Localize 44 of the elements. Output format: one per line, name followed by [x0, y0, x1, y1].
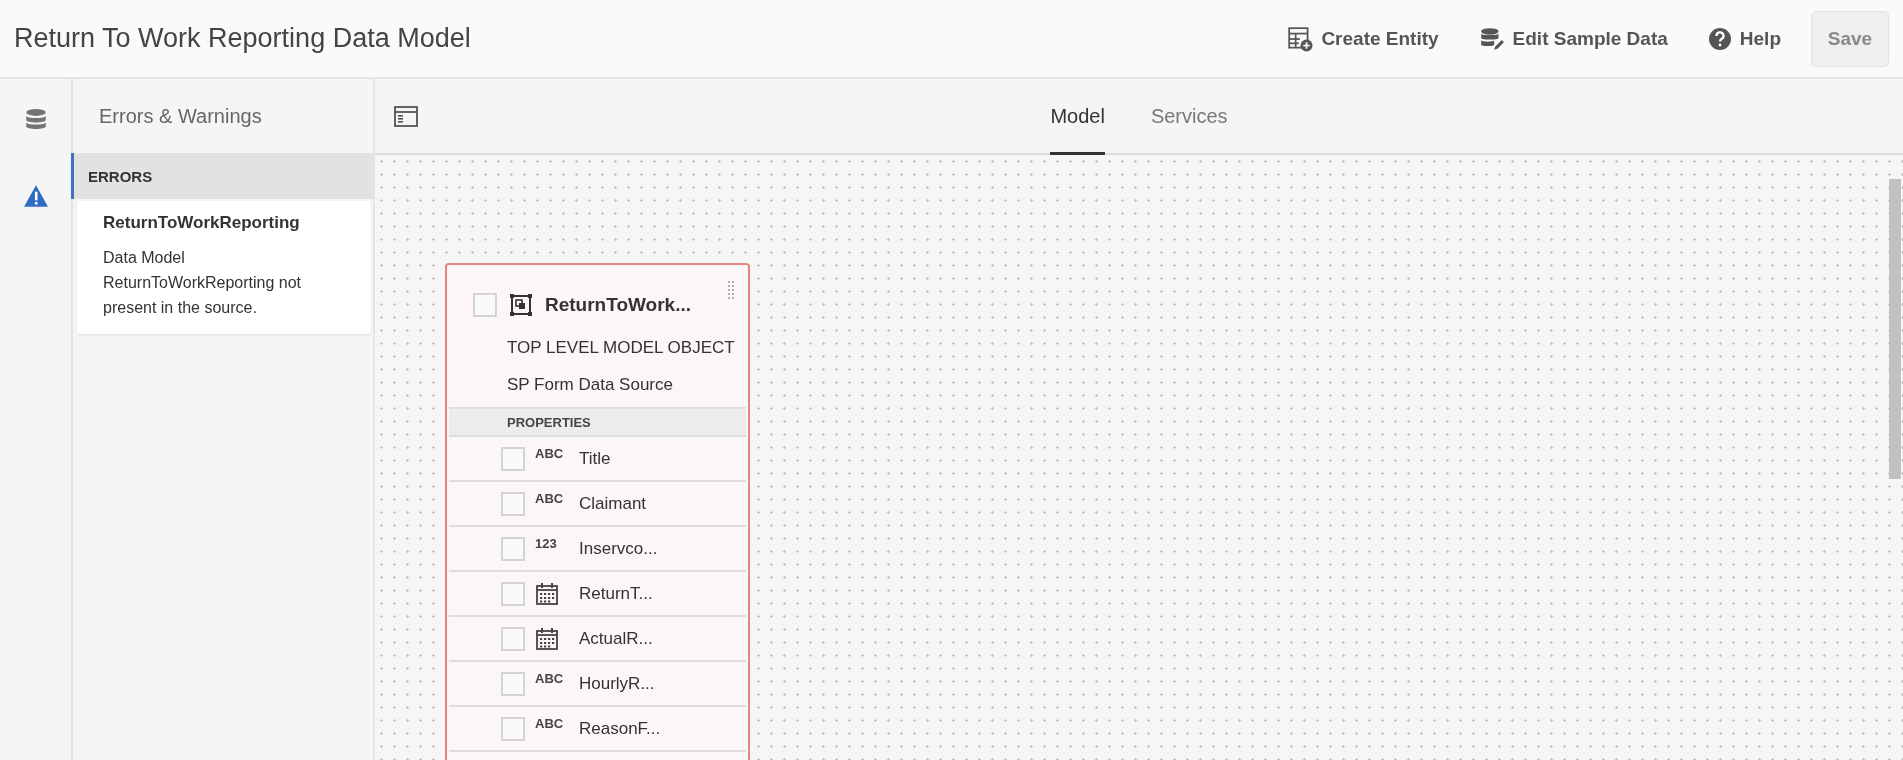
property-name: ActualR... — [579, 628, 653, 649]
type-label: 123 — [535, 536, 557, 551]
checkbox[interactable] — [501, 716, 525, 741]
database-edit-icon — [1478, 25, 1505, 52]
toolbar-button[interactable]: Edit Sample Data — [1468, 17, 1678, 60]
type-label: ABC — [535, 491, 564, 506]
checkbox[interactable] — [501, 446, 525, 471]
entity-source: SP Form Data Source — [506, 373, 674, 396]
panel-title: Errors & Warnings — [98, 103, 263, 129]
checkbox[interactable] — [501, 671, 525, 696]
property-name: Inservco... — [579, 538, 658, 559]
type-label: ABC — [535, 446, 564, 461]
property-name: Claimant — [579, 493, 647, 514]
checkbox[interactable] — [501, 491, 525, 516]
entity-name: ReturnToWork... — [545, 294, 692, 316]
entity-card[interactable]: ReturnToWork... TOP LEVEL MODEL OBJECT SP Form Data Source PROPERTIES ABC Title ABC Claimant 123 Inservco... ReturnT... ActualR... ABC HourlyR... ABC ReasonF... — [445, 263, 750, 760]
checkbox[interactable] — [501, 536, 525, 561]
calendar-icon — [535, 581, 559, 606]
checkbox[interactable] — [473, 293, 497, 317]
help-icon — [1707, 26, 1732, 51]
page-title: Return To Work Reporting Data Model — [14, 23, 471, 54]
entity-icon — [509, 293, 533, 317]
checkbox[interactable] — [501, 626, 525, 651]
property-name: ReasonF... — [579, 718, 661, 739]
table-add-icon — [1287, 25, 1314, 52]
property-name: HourlyR... — [579, 673, 655, 694]
type-label: ABC — [535, 671, 564, 686]
toolbar-button[interactable]: Help — [1697, 18, 1791, 59]
section-header: PROPERTIES — [449, 407, 746, 437]
toolbar-button[interactable]: Create Entity — [1277, 17, 1449, 60]
calendar-icon — [535, 626, 559, 651]
type-label: ABC — [535, 716, 564, 731]
property-name: ReturnT... — [579, 583, 653, 604]
panel-toggle-icon[interactable] — [393, 105, 419, 129]
scrollbar[interactable] — [1889, 179, 1901, 479]
entity-type: TOP LEVEL MODEL OBJECT — [506, 336, 736, 359]
checkbox[interactable] — [501, 581, 525, 606]
error-title: ReturnToWorkReporting — [103, 213, 301, 233]
section-header: ERRORS — [71, 153, 373, 199]
warning-icon — [21, 183, 50, 209]
drag-handle-icon[interactable] — [728, 281, 734, 299]
property-name: Title — [579, 448, 611, 469]
error-message: Data Model ReturnToWorkReporting not present in the source. — [103, 248, 303, 318]
tab[interactable]: Services — [1150, 79, 1228, 155]
